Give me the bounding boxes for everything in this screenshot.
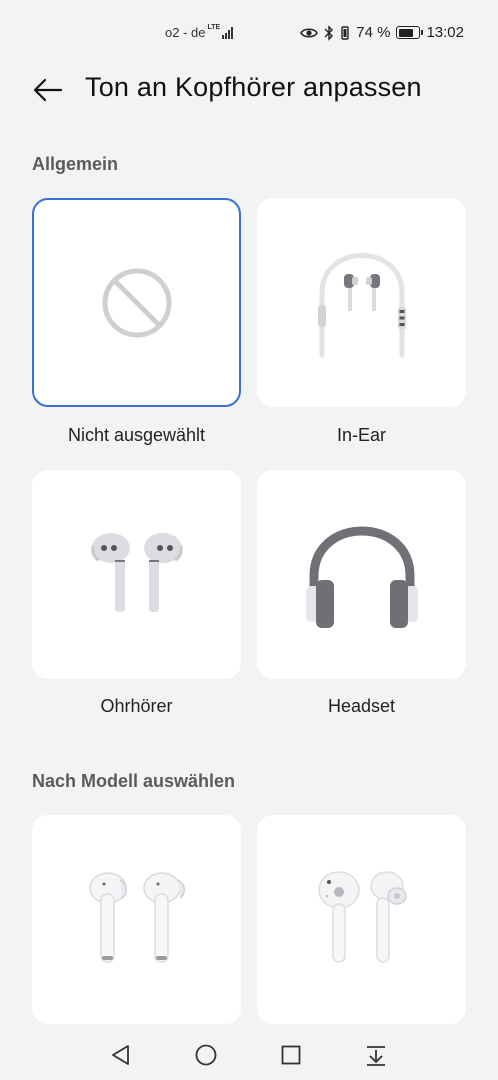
in-ear-headphones-icon <box>317 252 406 357</box>
headset-icon <box>305 526 418 628</box>
carrier-info: o2 - de LTE <box>165 24 234 40</box>
back-button[interactable] <box>32 74 64 106</box>
vibrate-icon <box>341 25 349 40</box>
card-in-ear[interactable] <box>257 198 466 407</box>
bluetooth-icon <box>324 24 334 41</box>
navigation-bar <box>0 1030 498 1080</box>
nav-home-button[interactable] <box>189 1038 223 1072</box>
status-icons: 74 % 13:02 <box>300 24 464 41</box>
card-model-2[interactable] <box>257 815 466 1024</box>
nav-home-icon <box>195 1044 217 1066</box>
card-label-earbuds: Ohrhörer <box>100 696 173 716</box>
earbuds-icon <box>90 532 183 612</box>
clock: 13:02 <box>426 24 464 41</box>
carrier-name: o2 - de <box>165 25 206 40</box>
app-header: Ton an Kopfhörer anpassen <box>0 64 498 114</box>
nav-recents-icon <box>281 1045 301 1065</box>
nav-back-button[interactable] <box>104 1038 138 1072</box>
nav-notification-icon <box>367 1046 385 1066</box>
nav-back-icon <box>112 1045 129 1065</box>
card-label-not-selected: Nicht ausgewählt <box>67 425 206 445</box>
back-arrow-icon <box>33 78 63 102</box>
eye-icon <box>300 27 319 38</box>
card-label-in-ear: In-Ear <box>336 425 387 445</box>
card-earbuds[interactable] <box>32 470 241 679</box>
page-title: Ton an Kopfhörer anpassen <box>85 72 422 102</box>
battery-icon <box>396 26 424 39</box>
nav-notification-button[interactable] <box>359 1038 393 1072</box>
model-earbuds-2-icon <box>317 870 407 963</box>
not-selected-icon <box>102 268 171 337</box>
section-title-general: Allgemein <box>32 154 119 174</box>
status-bar: o2 - de LTE 74 % 13:02 <box>0 0 498 66</box>
battery-percent: 74 % <box>356 24 391 41</box>
nav-recents-button[interactable] <box>274 1038 308 1072</box>
model-earbuds-1-icon <box>88 871 185 963</box>
section-title-by-model: Nach Modell auswählen <box>32 771 236 791</box>
signal-icon <box>221 26 234 39</box>
card-model-1[interactable] <box>32 815 241 1024</box>
card-not-selected[interactable] <box>32 198 241 407</box>
network-type: LTE <box>207 24 221 31</box>
card-label-headset: Headset <box>327 696 396 716</box>
card-headset[interactable] <box>257 470 466 679</box>
